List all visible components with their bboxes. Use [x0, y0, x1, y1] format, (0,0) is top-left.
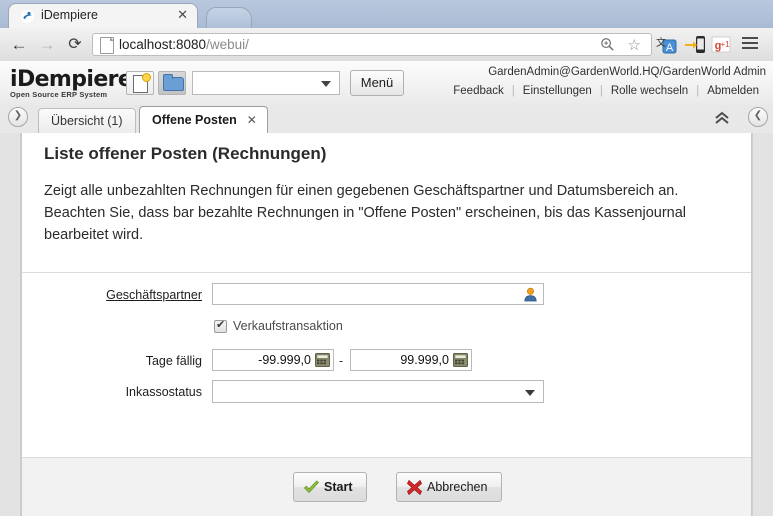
collapse-up-icon[interactable]: [713, 110, 731, 126]
expand-left-panel-button[interactable]: ❯: [8, 107, 28, 127]
svg-text:+1: +1: [720, 40, 730, 49]
browser-toolbar: ← → ⟳ localhost:8080/webui/ ☆ A 文 g +1: [0, 28, 773, 62]
menu-button[interactable]: Menü: [350, 70, 404, 96]
browser-tab-title: iDempiere: [41, 8, 98, 22]
sales-transaction-label: Verkaufstransaktion: [233, 319, 343, 333]
new-tab-button[interactable]: [206, 7, 252, 29]
dunning-status-label: Inkassostatus: [125, 385, 202, 399]
tab-offene-posten[interactable]: Offene Posten ✕: [139, 106, 268, 133]
business-partner-label: Geschäftspartner: [106, 288, 202, 302]
app-logo: iDempiere Open Source ERP System: [10, 67, 133, 100]
days-due-separator: -: [339, 354, 344, 368]
process-description: Zeigt alle unbezahlten Rechnungen für ei…: [44, 183, 687, 243]
bookmark-star-icon[interactable]: ☆: [628, 36, 641, 54]
open-folder-icon: [163, 74, 184, 91]
calculator-icon[interactable]: [453, 353, 468, 367]
red-x-icon: [407, 479, 422, 496]
days-due-from-value: -99.999,0: [258, 353, 311, 367]
new-record-button[interactable]: [126, 71, 154, 95]
link-rolle-wechseln[interactable]: Rolle wechseln: [604, 85, 695, 97]
open-record-button[interactable]: [158, 71, 186, 95]
link-abmelden[interactable]: Abmelden: [700, 85, 766, 97]
idempiere-favicon-icon: [20, 9, 35, 24]
page-title: Liste offener Posten (Rechnungen): [44, 144, 327, 163]
zoom-icon[interactable]: [600, 37, 615, 52]
google-plus-one-icon[interactable]: g +1: [710, 34, 732, 55]
days-due-from-input[interactable]: -99.999,0: [212, 349, 334, 371]
forward-icon: →: [38, 35, 56, 54]
chevron-down-icon: [321, 81, 331, 87]
business-partner-input[interactable]: [212, 283, 544, 305]
calculator-icon[interactable]: [315, 353, 330, 367]
sales-transaction-checkbox[interactable]: [214, 318, 227, 333]
new-record-badge-icon: [142, 73, 151, 82]
browser-window: iDempiere ✕ ← → ⟳ localhost:8080/webui/ …: [0, 0, 773, 516]
expand-right-panel-button[interactable]: ❮: [748, 107, 768, 127]
chevron-down-icon: [525, 390, 535, 396]
app-logo-text: iDempiere: [10, 67, 133, 92]
address-bar[interactable]: localhost:8080/webui/ ☆: [92, 33, 652, 56]
page-info-icon: [100, 37, 114, 54]
svg-text:A: A: [666, 42, 674, 54]
back-icon[interactable]: ←: [8, 34, 30, 56]
url-path: /webui/: [206, 37, 249, 52]
process-parameter-form: Geschäftspartner Verkaufstransaktion Tag…: [22, 272, 751, 459]
days-due-to-value: 99.999,0: [400, 353, 449, 367]
days-due-label: Tage fällig: [145, 354, 202, 368]
user-context-label: GardenAdmin@GardenWorld.HQ/GardenWorld A…: [488, 66, 766, 78]
browser-tabstrip: iDempiere ✕: [0, 0, 773, 29]
svg-text:文: 文: [656, 36, 666, 49]
link-einstellungen[interactable]: Einstellungen: [516, 85, 599, 97]
start-button-label: Start: [324, 480, 353, 494]
hamburger-menu-icon[interactable]: [742, 37, 758, 51]
header-search-select[interactable]: [192, 71, 340, 95]
right-rail: [752, 133, 773, 516]
start-button[interactable]: Start: [293, 472, 368, 502]
translate-icon[interactable]: A 文: [656, 34, 678, 55]
reload-icon[interactable]: ⟳: [64, 34, 86, 56]
header-links: Feedback | Einstellungen | Rolle wechseln | Ab…: [420, 85, 766, 97]
browser-tab-idempiere[interactable]: iDempiere ✕: [8, 3, 198, 28]
dialog-footer: Start Abbrechen: [22, 457, 751, 516]
left-rail: [0, 133, 21, 516]
cancel-button-label: Abbrechen: [427, 480, 488, 494]
green-check-icon: [303, 480, 320, 494]
address-bar-text: localhost:8080/webui/: [119, 37, 249, 52]
send-to-phone-icon[interactable]: [684, 34, 706, 55]
cancel-button[interactable]: Abbrechen: [396, 472, 503, 502]
browser-tab-close-icon[interactable]: ✕: [177, 8, 188, 22]
link-feedback[interactable]: Feedback: [446, 85, 511, 97]
process-dialog-panel: Liste offener Posten (Rechnungen) Zeigt …: [21, 133, 752, 516]
days-due-to-input[interactable]: 99.999,0: [350, 349, 472, 371]
business-partner-lookup-icon[interactable]: [523, 287, 538, 302]
content-area: Liste offener Posten (Rechnungen) Zeigt …: [0, 133, 773, 516]
tab-close-icon[interactable]: ✕: [247, 107, 257, 133]
tab-uebersicht[interactable]: Übersicht (1): [38, 108, 136, 133]
tab-offene-posten-label: Offene Posten: [152, 113, 237, 127]
dunning-status-select[interactable]: [212, 380, 544, 403]
url-host: localhost:8080: [119, 37, 207, 52]
